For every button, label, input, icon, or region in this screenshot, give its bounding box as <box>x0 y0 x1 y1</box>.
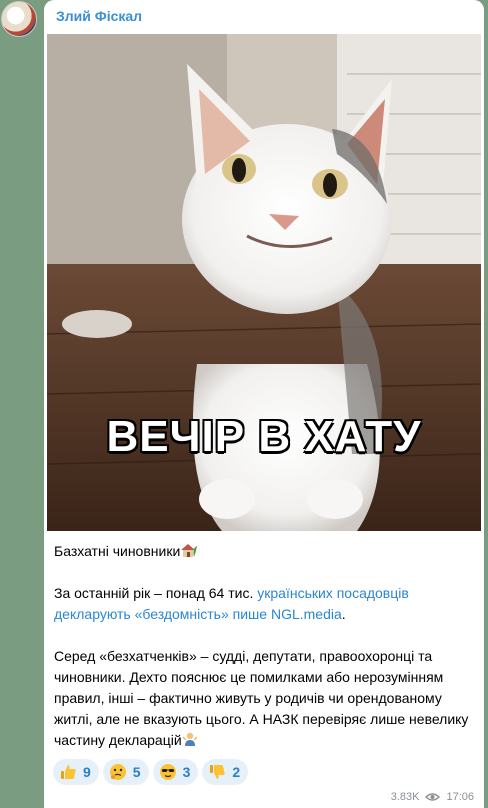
paragraph-3-text: Серед «безхатченків» – судді, депутати, … <box>54 648 469 748</box>
thinking-face-icon <box>109 764 126 780</box>
channel-avatar[interactable] <box>1 1 37 37</box>
thumbs-up-icon <box>61 765 76 779</box>
message-meta: 3.83K 17:06 <box>391 791 474 803</box>
post-paragraph-3: Серед «безхатченків» – судді, депутати, … <box>54 646 474 751</box>
post-photo[interactable]: ВЕЧІР В ХАТУ <box>47 34 481 531</box>
reaction-cool[interactable]: 3 <box>152 759 199 785</box>
reaction-thumbs-up[interactable]: 9 <box>53 759 99 785</box>
reaction-count: 3 <box>182 764 191 780</box>
post-headline: Базхатні чиновники <box>54 541 474 562</box>
reaction-count: 9 <box>83 764 91 780</box>
message-time: 17:06 <box>446 791 474 803</box>
reaction-count: 5 <box>132 764 141 780</box>
paragraph-2-text: За останній рік – понад 64 тис. <box>54 585 258 601</box>
meme-caption: ВЕЧІР В ХАТУ <box>106 412 422 461</box>
eye-icon <box>425 793 441 801</box>
reaction-thumbs-down[interactable]: 2 <box>202 759 249 785</box>
paragraph-2-end: . <box>341 606 346 622</box>
post-paragraph-2: За останній рік – понад 64 тис. українсь… <box>54 583 474 625</box>
person-shrugging-icon <box>182 732 198 746</box>
post-headline-text: Базхатні чиновники <box>54 543 181 559</box>
views-count: 3.83K <box>390 791 420 803</box>
reaction-count: 2 <box>232 764 241 780</box>
channel-name[interactable]: Злий Фіскал <box>56 8 142 24</box>
thumbs-down-icon <box>210 765 225 779</box>
sunglasses-face-icon <box>159 764 176 780</box>
reaction-thinking[interactable]: 5 <box>102 759 149 785</box>
house-plant-icon <box>181 544 198 557</box>
reactions-bar: 9 5 3 2 <box>53 759 249 785</box>
message-bubble: Злий Фіскал ВЕЧІР В ХАТУ Базхатні чиновн… <box>44 0 484 808</box>
